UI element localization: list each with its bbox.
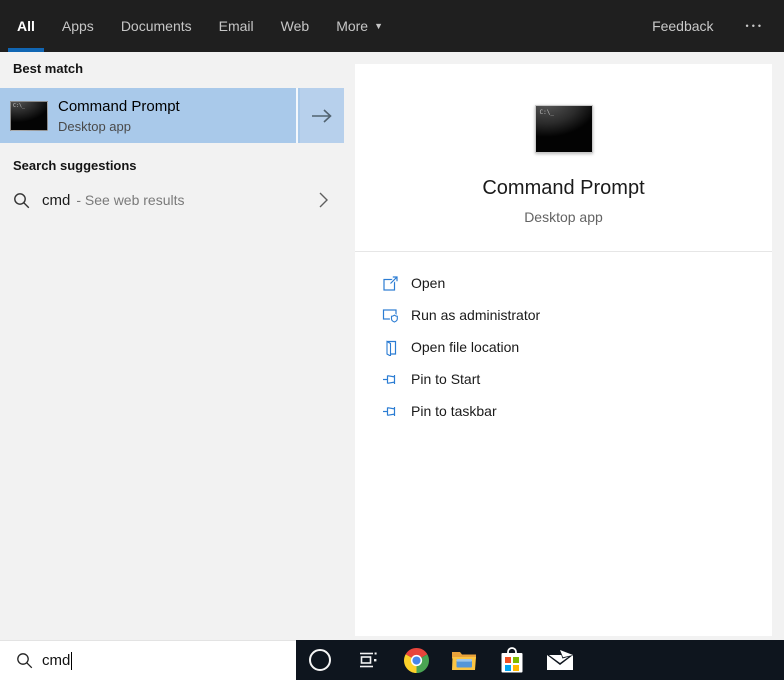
search-filter-bar: All Apps Documents Email Web More ▼ Feed…: [0, 0, 784, 52]
action-pin-to-start[interactable]: Pin to Start: [355, 363, 772, 395]
pin-icon: [382, 371, 400, 388]
file-explorer-button[interactable]: [440, 640, 488, 680]
search-icon: [13, 192, 30, 209]
tab-web[interactable]: Web: [272, 0, 319, 52]
chrome-icon: [404, 648, 429, 673]
detail-subtitle: Desktop app: [355, 209, 772, 225]
action-label: Pin to taskbar: [411, 403, 497, 419]
tab-web-label: Web: [281, 18, 310, 34]
more-options-icon[interactable]: •••: [744, 15, 766, 37]
windows-search-panel: All Apps Documents Email Web More ▼ Feed…: [0, 0, 784, 680]
tab-all-label: All: [17, 18, 35, 34]
cortana-button[interactable]: [296, 640, 344, 680]
taskbar: [296, 640, 784, 680]
best-match-section-label: Best match: [13, 61, 83, 76]
chevron-down-icon: ▼: [374, 21, 383, 31]
best-match-result-command-prompt[interactable]: C:\_ Command Prompt Desktop app: [0, 88, 344, 143]
open-icon: [382, 275, 400, 292]
microsoft-store-icon: [500, 647, 524, 674]
tab-all[interactable]: All: [8, 0, 44, 52]
command-prompt-icon: C:\_: [10, 101, 48, 131]
microsoft-store-button[interactable]: [488, 640, 536, 680]
tab-more[interactable]: More ▼: [327, 0, 392, 52]
tab-email-label: Email: [219, 18, 254, 34]
file-location-icon: [382, 339, 400, 356]
tab-documents-label: Documents: [121, 18, 192, 34]
divider: [296, 88, 298, 143]
mail-button[interactable]: [536, 640, 584, 680]
action-label: Open file location: [411, 339, 519, 355]
action-label: Open: [411, 275, 445, 291]
action-open[interactable]: Open: [355, 267, 772, 299]
action-label: Pin to Start: [411, 371, 480, 387]
suggestion-query: cmd: [42, 192, 70, 209]
task-view-button[interactable]: [344, 640, 392, 680]
command-prompt-icon: C:\_: [535, 105, 593, 153]
expand-result-arrow-button[interactable]: [300, 88, 344, 143]
result-title: Command Prompt: [58, 98, 180, 116]
detail-title: Command Prompt: [355, 177, 772, 200]
task-view-icon: [358, 650, 378, 670]
text-caret: [71, 652, 72, 670]
action-open-file-location[interactable]: Open file location: [355, 331, 772, 363]
right-arrow-icon: [310, 107, 334, 125]
tab-documents[interactable]: Documents: [112, 0, 201, 52]
feedback-button[interactable]: Feedback: [652, 18, 713, 34]
best-match-text: Command Prompt Desktop app: [58, 98, 180, 134]
result-detail-panel: C:\_ Command Prompt Desktop app Open: [355, 64, 772, 636]
search-icon: [16, 652, 33, 669]
chevron-right-icon: [318, 191, 329, 209]
tab-email[interactable]: Email: [210, 0, 263, 52]
pin-icon: [382, 403, 400, 420]
topbar-right-group: Feedback •••: [652, 15, 766, 37]
mail-icon: [545, 648, 575, 672]
suggestion-row-cmd[interactable]: cmd - See web results: [0, 180, 345, 220]
tab-more-label: More: [336, 18, 368, 34]
action-pin-to-taskbar[interactable]: Pin to taskbar: [355, 395, 772, 427]
suggestion-hint: - See web results: [76, 192, 184, 208]
cortana-icon: [309, 649, 331, 671]
admin-shield-icon: [382, 307, 400, 324]
action-list: Open Run as administrator: [355, 252, 772, 427]
action-run-as-administrator[interactable]: Run as administrator: [355, 299, 772, 331]
search-input[interactable]: cmd: [0, 640, 296, 680]
action-label: Run as administrator: [411, 307, 540, 323]
file-explorer-icon: [451, 649, 477, 671]
tab-apps-label: Apps: [62, 18, 94, 34]
search-suggestions-section-label: Search suggestions: [13, 158, 137, 173]
search-results-panel: Best match C:\_ Command Prompt Desktop a…: [0, 52, 345, 640]
result-subtitle: Desktop app: [58, 119, 180, 134]
tab-apps[interactable]: Apps: [53, 0, 103, 52]
chrome-button[interactable]: [392, 640, 440, 680]
search-input-value: cmd: [42, 652, 70, 669]
detail-header: C:\_ Command Prompt Desktop app: [355, 105, 772, 225]
